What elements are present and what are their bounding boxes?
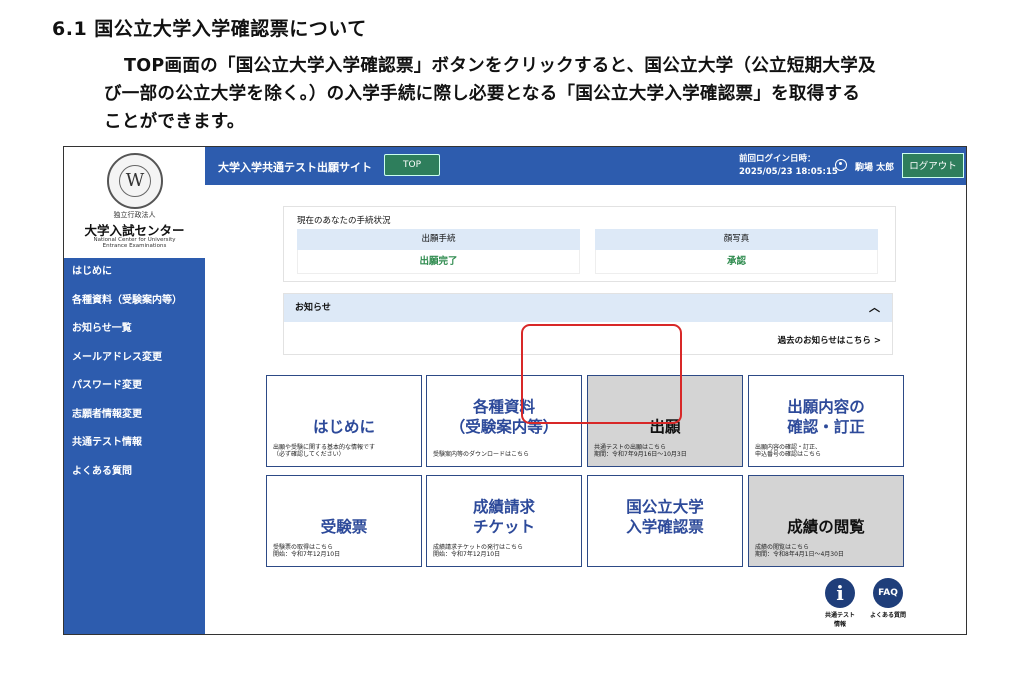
seal-logo-icon: W: [107, 153, 163, 209]
faq-label: よくある質問: [869, 612, 906, 619]
status-caption: 現在のあなたの手続状況: [297, 216, 391, 226]
org-en-2: Entrance Examinations: [102, 243, 167, 249]
tile-desc: 期間：令和7年9月16日～10月3日: [594, 451, 687, 458]
user-icon: [835, 159, 847, 171]
info-label: 共通テスト 情報: [824, 612, 855, 628]
tile-title: 確認・訂正: [787, 418, 865, 436]
tile-desc: 受験票の取得はこちら: [273, 544, 334, 551]
org-type: 独立行政法人: [113, 211, 156, 219]
doc-heading: 6.1 国公立大学入学確認票について: [52, 18, 367, 40]
doc-paragraph: TOP画面の「国公立大学入学確認票」ボタンをクリックすると、国公立大学（公立短期…: [104, 52, 994, 136]
tile-desc: 申込番号の確認はこちら: [755, 451, 822, 458]
tile-desc: 出願内容の確認・訂正、: [755, 444, 822, 451]
status-panel: 現在のあなたの手続状況 出願手続 出願完了 顔写真 承認: [283, 206, 896, 282]
tile-enrollment-confirmation[interactable]: 国公立大学 入学確認票: [587, 475, 743, 567]
tile-desc: 成績の閲覧はこちら: [755, 544, 810, 551]
tile-confirm-edit[interactable]: 出願内容の 確認・訂正 出願内容の確認・訂正、 申込番号の確認はこちら: [748, 375, 904, 467]
tile-desc: 期間：令和8年4月1日～4月30日: [755, 551, 844, 558]
last-login: 前回ログイン日時： 2025/05/23 18:05:15: [739, 153, 838, 179]
tile-desc: 出願や受験に関する基本的な情報です: [273, 444, 376, 451]
tile-score-view[interactable]: 成績の閲覧 成績の閲覧はこちら 期間：令和8年4月1日～4月30日: [748, 475, 904, 567]
highlight-frame: [521, 324, 682, 424]
tile-title: 国公立大学: [626, 498, 704, 516]
past-notices-link[interactable]: 過去のお知らせはこちら >: [778, 334, 881, 346]
tile-title: 受験票: [320, 518, 368, 536]
seal-letter: W: [125, 170, 145, 191]
last-login-value: 2025/05/23 18:05:15: [739, 167, 838, 177]
status-application: 出願手続 出願完了: [297, 229, 580, 274]
top-bar: 大学入学共通テスト出願サイト TOP 前回ログイン日時： 2025/05/23 …: [205, 147, 966, 185]
tile-hajimeni[interactable]: はじめに 出願や受験に関する基本的な情報です （必ず確認してください）: [266, 375, 422, 467]
top-button[interactable]: TOP: [384, 154, 440, 176]
tile-title: 成績の閲覧: [787, 518, 865, 536]
tile-title: はじめに: [312, 418, 375, 436]
sidebar-item-applicant-info[interactable]: 志願者情報変更: [64, 401, 205, 430]
screenshot-frame: W 独立行政法人 大学入試センター National Center for Un…: [63, 146, 967, 635]
doc-paragraph-line: ことができます。: [104, 112, 245, 132]
status-application-value: 出願完了: [297, 250, 580, 274]
sidebar: W 独立行政法人 大学入試センター National Center for Un…: [64, 147, 205, 634]
logo: W 独立行政法人 大学入試センター National Center for Un…: [64, 147, 205, 258]
sidebar-item-email-change[interactable]: メールアドレス変更: [64, 344, 205, 373]
status-photo-head: 顔写真: [595, 229, 878, 250]
status-photo: 顔写真 承認: [595, 229, 878, 274]
notice-header[interactable]: お知らせ ︿: [284, 294, 892, 322]
logout-button[interactable]: ログアウト: [902, 153, 964, 178]
tile-title: 成績請求: [472, 498, 535, 516]
tile-title: 出願内容の: [787, 398, 865, 416]
tile-desc: 開始：令和7年12月10日: [433, 551, 501, 558]
tile-title: 入学確認票: [626, 518, 704, 536]
chevron-up-icon[interactable]: ︿: [869, 294, 880, 322]
user-name: 駒場 太郎: [855, 163, 895, 173]
tile-desc: 成績請求チケットの発行はこちら: [433, 544, 524, 551]
tile-desc: 受験案内等のダウンロードはこちら: [433, 451, 530, 458]
doc-paragraph-line: び一部の公立大学を除く。）の入学手続に際し必要となる「国公立大学入学確認票」を取…: [104, 84, 861, 104]
status-application-head: 出願手続: [297, 229, 580, 250]
side-nav: はじめに 各種資料（受験案内等） お知らせ一覧 メールアドレス変更 パスワード変…: [64, 258, 205, 634]
sidebar-item-password-change[interactable]: パスワード変更: [64, 372, 205, 401]
faq-icon[interactable]: FAQ: [873, 578, 903, 608]
tile-admission-ticket[interactable]: 受験票 受験票の取得はこちら 開始：令和7年12月10日: [266, 475, 422, 567]
tile-desc: 開始：令和7年12月10日: [273, 551, 341, 558]
last-login-label: 前回ログイン日時：: [739, 154, 816, 164]
site-title: 大学入学共通テスト出願サイト: [218, 161, 372, 174]
sidebar-item-test-info[interactable]: 共通テスト情報: [64, 429, 205, 458]
sidebar-item-notices[interactable]: お知らせ一覧: [64, 315, 205, 344]
info-icon[interactable]: i: [825, 578, 855, 608]
sidebar-item-hajimeni[interactable]: はじめに: [64, 258, 205, 287]
notice-title: お知らせ: [295, 303, 331, 313]
doc-paragraph-line: TOP画面の「国公立大学入学確認票」ボタンをクリックすると、国公立大学（公立短期…: [124, 56, 876, 76]
sidebar-item-faq[interactable]: よくある質問: [64, 458, 205, 487]
tile-desc: 共通テストの出願はこちら: [594, 444, 667, 451]
status-photo-value: 承認: [595, 250, 878, 274]
tile-title: チケット: [472, 518, 535, 536]
tile-score-ticket[interactable]: 成績請求 チケット 成績請求チケットの発行はこちら 開始：令和7年12月10日: [426, 475, 582, 567]
tile-desc: （必ず確認してください）: [273, 451, 345, 458]
sidebar-item-documents[interactable]: 各種資料（受験案内等）: [64, 287, 205, 316]
